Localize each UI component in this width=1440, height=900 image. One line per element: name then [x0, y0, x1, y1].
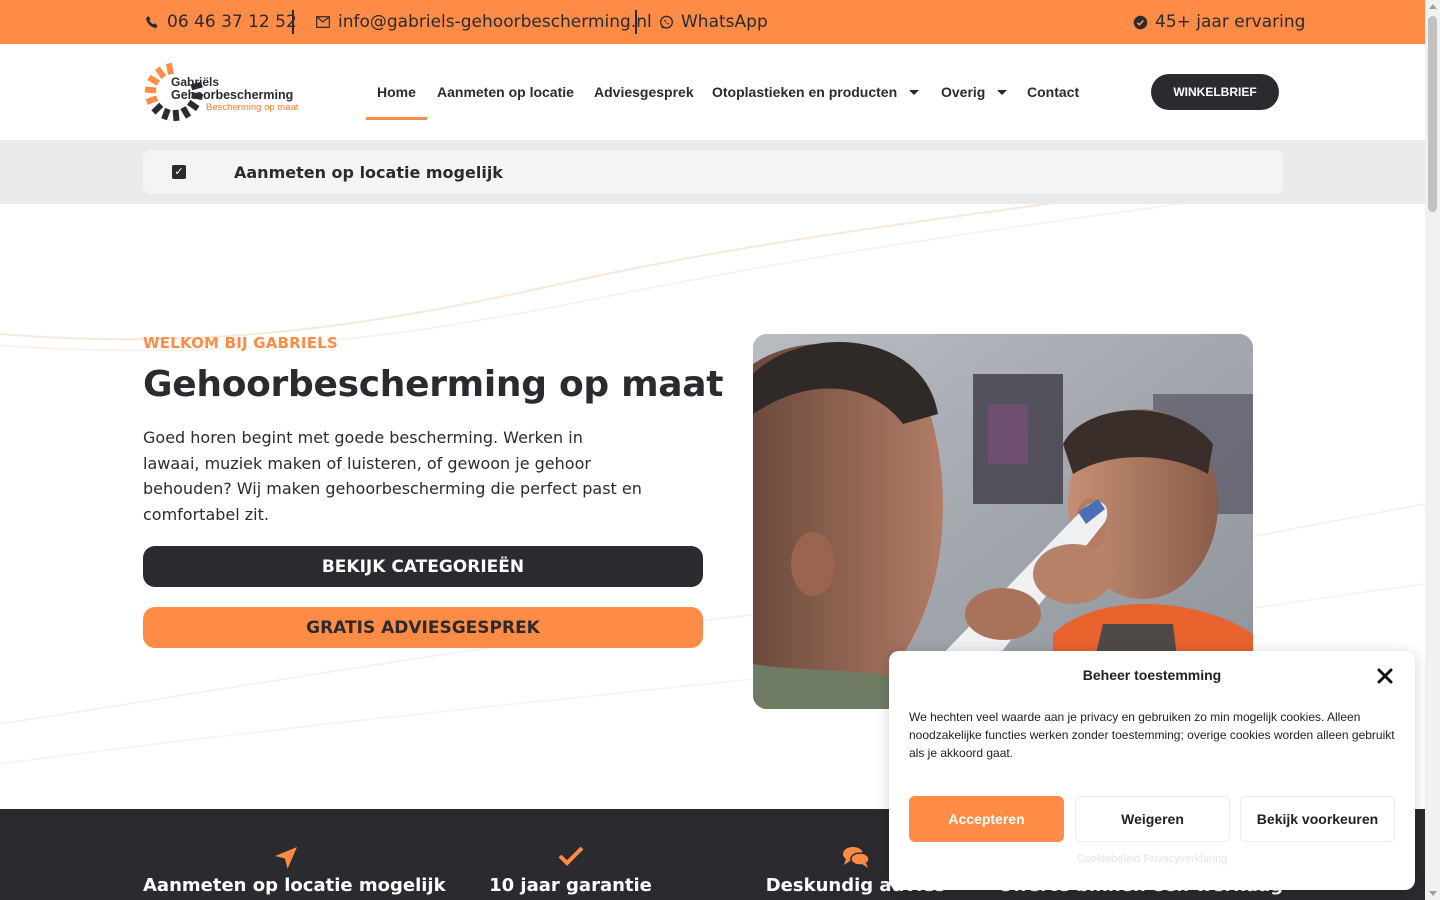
accept-cookies-button[interactable]: Accepteren	[909, 796, 1064, 842]
email-link[interactable]: info@gabriels-gehoorbescherming.nl	[314, 0, 652, 44]
scroll-up-icon[interactable]	[1428, 4, 1437, 9]
chevron-down-icon	[997, 89, 1008, 95]
cookie-footer-links[interactable]: Cookiebeleid Privacyverklaring	[889, 853, 1415, 865]
top-contact-bar: 06 46 37 12 52 info@gabriels-gehoorbesch…	[0, 0, 1425, 44]
divider	[635, 10, 637, 34]
phone-number: 06 46 37 12 52	[167, 12, 297, 32]
cookie-title: Beheer toestemming	[1082, 667, 1222, 683]
cookie-message: We hechten veel waarde aan je privacy en…	[909, 710, 1395, 760]
notice-text: Aanmeten op locatie mogelijk	[234, 162, 503, 182]
phone-link[interactable]: 06 46 37 12 52	[143, 0, 297, 44]
whatsapp-link[interactable]: WhatsApp	[657, 0, 768, 44]
view-categories-button[interactable]: BEKIJK CATEGORIEËN	[143, 546, 703, 587]
nav-adviesgesprek[interactable]: Adviesgesprek	[594, 44, 694, 140]
nav-overig[interactable]: Overig	[941, 44, 1008, 140]
nav-otoplastieken-label: Otoplastieken en producten	[712, 84, 898, 100]
hero-title: Gehoorbescherming op maat	[143, 364, 724, 405]
nav-active-indicator	[366, 117, 427, 120]
nav-otoplastieken[interactable]: Otoplastieken en producten	[712, 44, 920, 140]
email-address: info@gabriels-gehoorbescherming.nl	[338, 12, 652, 32]
page-scrollbar[interactable]	[1425, 0, 1440, 900]
experience-text: 45+ jaar ervaring	[1155, 12, 1306, 32]
whatsapp-label: WhatsApp	[681, 12, 768, 32]
scroll-down-icon[interactable]	[1428, 891, 1437, 896]
checkmark-icon	[428, 845, 713, 871]
notice-box: ✓ Aanmeten op locatie mogelijk	[143, 150, 1283, 194]
checkbox-icon: ✓	[172, 165, 186, 179]
logo-brand: Gehoorbescherming	[171, 88, 294, 102]
chevron-down-icon	[909, 89, 920, 95]
view-preferences-button[interactable]: Bekijk voorkeuren	[1240, 796, 1395, 842]
site-logo[interactable]: Gabriëls Gehoorbescherming Bescherming o…	[143, 61, 298, 123]
page: 06 46 37 12 52 info@gabriels-gehoorbesch…	[0, 0, 1440, 900]
check-circle-icon	[1131, 13, 1149, 31]
site-header: Gabriëls Gehoorbescherming Bescherming o…	[0, 44, 1425, 140]
logo-name: Gabriëls	[171, 75, 220, 89]
whatsapp-icon	[657, 13, 675, 31]
feature-label: Aanmeten op locatie mogelijk	[143, 875, 446, 896]
hero-lead: Goed horen begint met goede bescherming.…	[143, 428, 642, 524]
phone-icon	[143, 13, 161, 31]
close-icon[interactable]	[1374, 665, 1396, 687]
deny-cookies-button[interactable]: Weigeren	[1075, 796, 1230, 842]
logo-tagline: Bescherming op maat	[206, 102, 299, 113]
nav-aanmeten-op-locatie[interactable]: Aanmeten op locatie	[437, 44, 574, 140]
envelope-icon	[314, 13, 332, 31]
nav-overig-label: Overig	[941, 84, 986, 100]
nav-contact[interactable]: Contact	[1027, 44, 1079, 140]
location-arrow-icon	[143, 845, 428, 871]
experience-badge: 45+ jaar ervaring	[1131, 0, 1305, 44]
nav-home[interactable]: Home	[377, 44, 416, 140]
free-consultation-button[interactable]: GRATIS ADVIESGESPREK	[143, 607, 703, 648]
scrollbar-thumb[interactable]	[1428, 16, 1437, 212]
hero-eyebrow: WELKOM BIJ GABRIELS	[143, 334, 338, 352]
cookie-consent-dialog: Beheer toestemming We hechten veel waard…	[889, 651, 1415, 890]
feature-label: 10 jaar garantie	[489, 875, 652, 896]
notice-band: ✓ Aanmeten op locatie mogelijk	[0, 140, 1425, 204]
divider	[292, 10, 294, 34]
winkelbrief-button[interactable]: WINKELBRIEF	[1151, 74, 1279, 110]
